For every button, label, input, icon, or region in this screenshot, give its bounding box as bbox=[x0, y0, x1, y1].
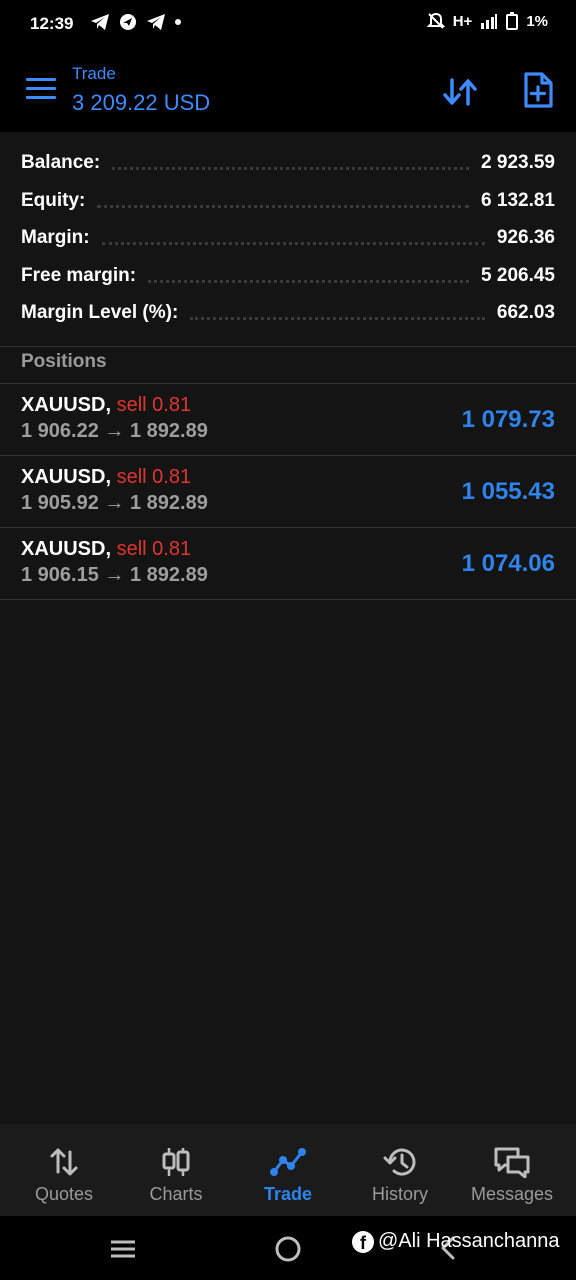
position-profit: 1 074.06 bbox=[461, 550, 555, 577]
summary-label: Margin: bbox=[21, 227, 90, 248]
telegram-icon bbox=[91, 14, 109, 30]
nav-label: Quotes bbox=[34, 1184, 94, 1204]
summary-label: Free margin: bbox=[21, 265, 137, 286]
bottom-navigation: Quotes Charts Trade History Messages bbox=[0, 1124, 576, 1216]
position-symbol: XAUUSD, bbox=[21, 394, 112, 416]
sort-icon[interactable] bbox=[440, 72, 480, 112]
nav-item-history[interactable]: History bbox=[344, 1124, 456, 1216]
dotted-leader bbox=[112, 157, 470, 170]
position-side: sell 0.81 bbox=[116, 538, 192, 560]
position-prices: 1 906.15 → 1 892.89 bbox=[21, 564, 208, 587]
position-profit: 1 079.73 bbox=[461, 406, 555, 433]
current-price: 1 892.89 bbox=[129, 420, 208, 442]
charts-icon bbox=[162, 1148, 190, 1176]
status-time: 12:39 bbox=[30, 14, 74, 33]
signal-icon bbox=[481, 14, 498, 29]
position-row[interactable]: XAUUSD, sell 0.81 1 905.92 → 1 892.89 1 … bbox=[0, 456, 576, 528]
bell-off-icon bbox=[426, 12, 445, 29]
nav-label: Charts bbox=[149, 1184, 203, 1204]
status-bar: 12:39 H+ 1% bbox=[0, 0, 576, 48]
summary-row-margin-level: Margin Level (%): 662.03 bbox=[21, 299, 555, 327]
positions-header: Positions bbox=[0, 347, 576, 384]
nav-label: Trade bbox=[263, 1184, 313, 1204]
quotes-icon bbox=[50, 1148, 78, 1176]
facebook-logo-icon: f bbox=[352, 1230, 374, 1253]
summary-value: 2 923.59 bbox=[481, 152, 555, 173]
header-balance: 3 209.22 USD bbox=[72, 90, 211, 115]
summary-value: 926.36 bbox=[496, 227, 555, 248]
whatsapp-icon bbox=[120, 14, 136, 30]
history-icon bbox=[383, 1148, 416, 1176]
position-prices: 1 906.22 → 1 892.89 bbox=[21, 420, 208, 443]
position-symbol: XAUUSD, bbox=[21, 538, 112, 560]
home-icon[interactable] bbox=[273, 1232, 303, 1264]
position-title: XAUUSD, sell 0.81 bbox=[21, 538, 191, 561]
summary-value: 5 206.45 bbox=[481, 265, 555, 286]
position-row[interactable]: XAUUSD, sell 0.81 1 906.22 → 1 892.89 1 … bbox=[0, 384, 576, 456]
open-price: 1 906.15 bbox=[21, 564, 99, 586]
nav-label: History bbox=[371, 1184, 428, 1204]
page-title: Trade bbox=[72, 64, 116, 83]
summary-row-equity: Equity: 6 132.81 bbox=[21, 187, 555, 215]
summary-row-free-margin: Free margin: 5 206.45 bbox=[21, 262, 555, 290]
hamburger-line bbox=[26, 78, 56, 81]
notification-icons bbox=[90, 12, 182, 32]
position-side: sell 0.81 bbox=[116, 394, 192, 416]
menu-button[interactable] bbox=[26, 78, 56, 102]
summary-row-margin: Margin: 926.36 bbox=[21, 224, 555, 252]
dotted-leader bbox=[190, 307, 485, 320]
battery-level: 1% bbox=[526, 12, 548, 30]
summary-label: Margin Level (%): bbox=[21, 302, 179, 323]
current-price: 1 892.89 bbox=[129, 564, 208, 586]
price-arrow: → bbox=[104, 492, 125, 514]
dot-icon bbox=[175, 19, 181, 25]
price-arrow: → bbox=[104, 420, 125, 442]
position-title: XAUUSD, sell 0.81 bbox=[21, 394, 191, 417]
summary-row-balance: Balance: 2 923.59 bbox=[21, 149, 555, 177]
position-prices: 1 905.92 → 1 892.89 bbox=[21, 492, 208, 515]
battery-icon bbox=[506, 12, 519, 30]
position-title: XAUUSD, sell 0.81 bbox=[21, 466, 191, 489]
dotted-leader bbox=[148, 270, 470, 283]
current-price: 1 892.89 bbox=[129, 492, 208, 514]
position-row[interactable]: XAUUSD, sell 0.81 1 906.15 → 1 892.89 1 … bbox=[0, 528, 576, 600]
watermark: f @Ali Hassanchanna bbox=[352, 1230, 560, 1253]
positions-label: Positions bbox=[21, 351, 107, 372]
recent-apps-icon[interactable] bbox=[108, 1232, 138, 1264]
hamburger-line bbox=[26, 96, 56, 99]
trade-screen: 12:39 H+ 1% Trade 3 209.22 USD Balance: … bbox=[0, 0, 576, 1280]
summary-value: 6 132.81 bbox=[481, 190, 555, 211]
hamburger-line bbox=[26, 87, 56, 90]
nav-item-trade[interactable]: Trade bbox=[232, 1124, 344, 1216]
dotted-leader bbox=[101, 232, 485, 245]
position-profit: 1 055.43 bbox=[461, 478, 555, 505]
nav-item-charts[interactable]: Charts bbox=[120, 1124, 232, 1216]
new-order-icon[interactable] bbox=[518, 70, 558, 110]
position-symbol: XAUUSD, bbox=[21, 466, 112, 488]
nav-item-quotes[interactable]: Quotes bbox=[8, 1124, 120, 1216]
position-side: sell 0.81 bbox=[116, 466, 192, 488]
summary-value: 662.03 bbox=[496, 302, 555, 323]
watermark-text: @Ali Hassanchanna bbox=[378, 1230, 560, 1252]
dotted-leader bbox=[97, 195, 470, 208]
network-type: H+ bbox=[452, 12, 473, 30]
account-summary: Balance: 2 923.59 Equity: 6 132.81 Margi… bbox=[0, 132, 576, 347]
price-arrow: → bbox=[104, 564, 125, 586]
trade-icon bbox=[270, 1148, 306, 1176]
nav-item-messages[interactable]: Messages bbox=[456, 1124, 568, 1216]
messages-icon bbox=[494, 1147, 530, 1178]
nav-label: Messages bbox=[470, 1184, 554, 1204]
app-header: Trade 3 209.22 USD bbox=[0, 48, 576, 132]
open-price: 1 905.92 bbox=[21, 492, 99, 514]
status-right: H+ 1% bbox=[426, 12, 548, 30]
open-price: 1 906.22 bbox=[21, 420, 99, 442]
summary-label: Balance: bbox=[21, 152, 101, 173]
telegram-icon-2 bbox=[147, 14, 165, 30]
summary-label: Equity: bbox=[21, 190, 86, 211]
